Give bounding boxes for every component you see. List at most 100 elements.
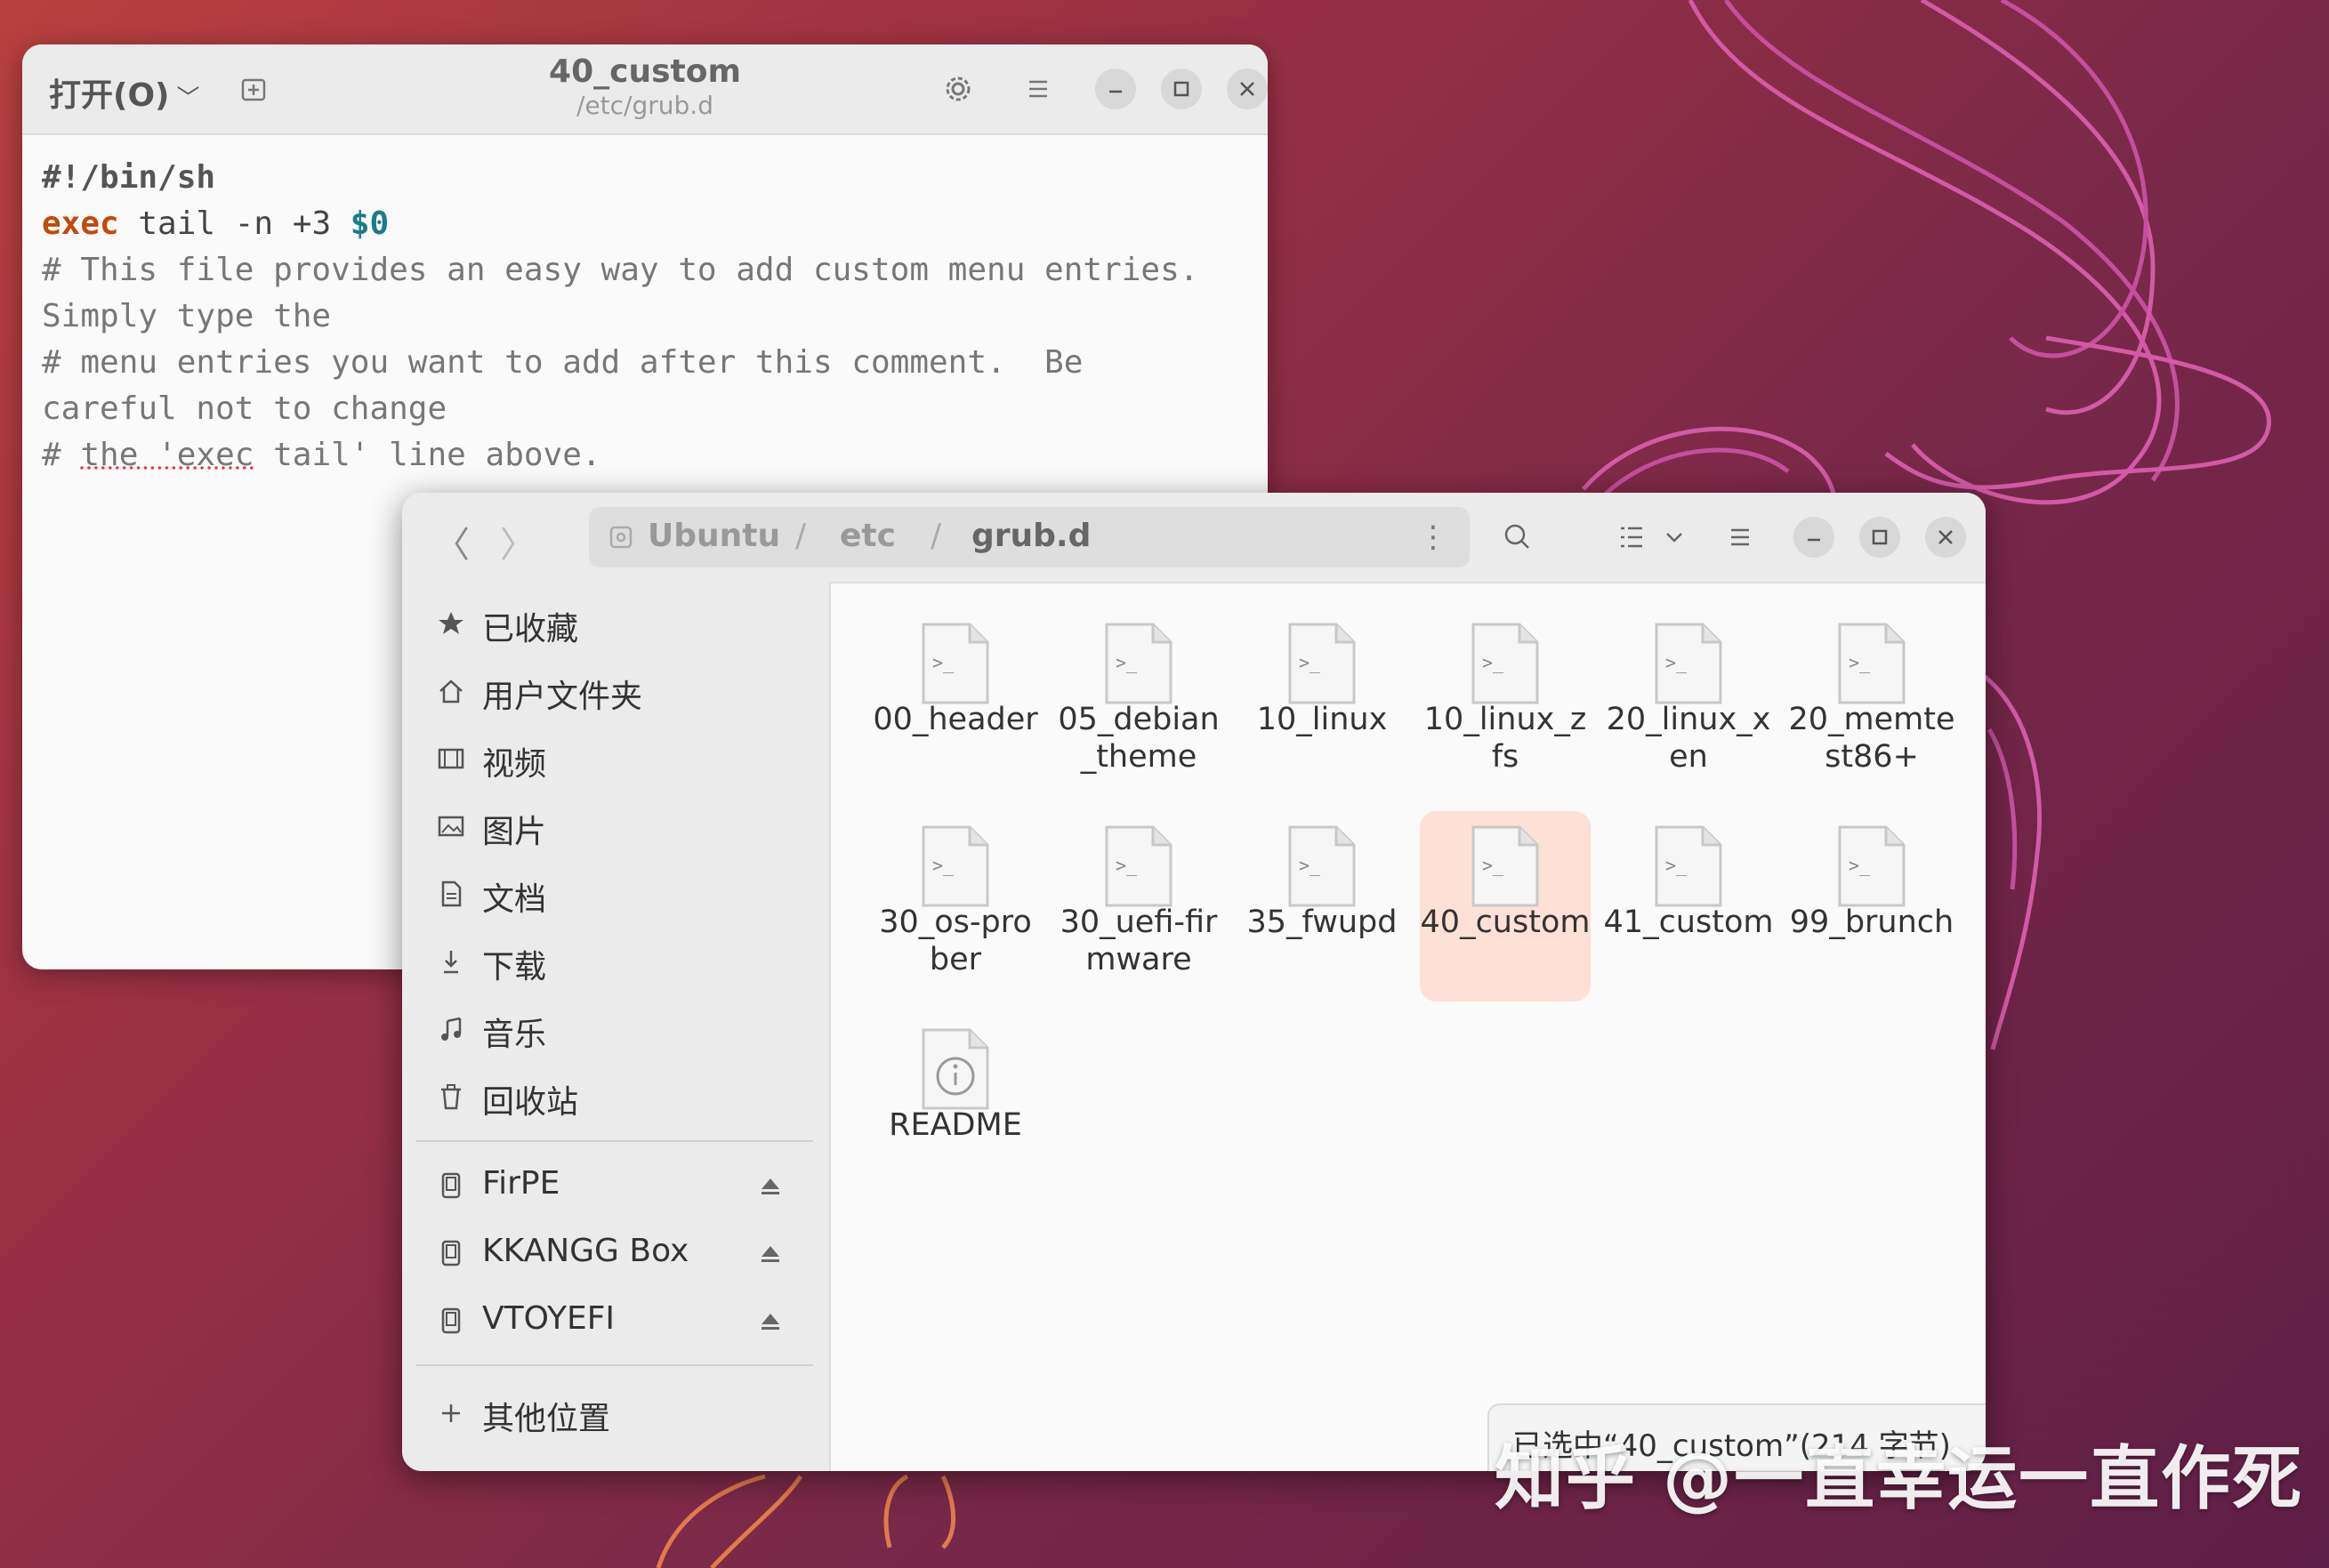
code-text: tail -n +3: [118, 205, 351, 242]
sidebar-item-trash[interactable]: 回收站: [402, 1065, 829, 1128]
file-name: 30_os-prober: [879, 905, 1032, 977]
sidebar-item-label: 视频: [482, 746, 547, 783]
svg-text:>_: >_: [932, 652, 955, 673]
close-button[interactable]: [1227, 68, 1268, 109]
star-icon: [439, 612, 463, 634]
settings-gear-icon[interactable]: [939, 69, 978, 109]
eject-icon[interactable]: [758, 1242, 783, 1266]
file-item[interactable]: >_ 30_uefi-firmware: [1053, 811, 1224, 1001]
file-name: 20_linux_xen: [1606, 702, 1771, 775]
hamburger-menu-icon[interactable]: [1721, 518, 1760, 557]
path-segment-root[interactable]: Ubuntu: [648, 518, 780, 554]
sidebar-item-label: 已收藏: [482, 611, 579, 647]
file-name: 05_debian_theme: [1058, 702, 1220, 775]
svg-text:>_: >_: [1665, 855, 1688, 876]
path-segment-etc[interactable]: etc: [840, 518, 896, 554]
file-item[interactable]: >_ 10_linux_zfs: [1420, 608, 1591, 799]
forward-button[interactable]: 〉: [500, 516, 536, 567]
file-manager-window: 〈 〉 Ubuntu / etc / grub.d ⋮ 已收藏 用户文件夹 视频…: [402, 493, 1986, 1471]
path-bar[interactable]: Ubuntu / etc / grub.d ⋮: [589, 507, 1470, 567]
file-name: 41_custom: [1603, 905, 1774, 940]
script-file-icon: >_: [1471, 623, 1539, 704]
spellcheck-underlined-text: the 'exec: [80, 437, 254, 473]
code-line-6: careful not to change: [42, 390, 447, 427]
script-file-icon: >_: [1655, 623, 1722, 704]
sidebar-item-drive-kkangg[interactable]: KKANGG Box: [402, 1222, 829, 1284]
sidebar-item-other-locations[interactable]: 其他位置: [402, 1382, 829, 1444]
file-item[interactable]: >_ 00_header: [870, 608, 1041, 799]
close-button[interactable]: [1925, 517, 1966, 558]
hamburger-menu-icon[interactable]: [1019, 69, 1058, 109]
download-icon: [444, 951, 458, 974]
script-file-icon: >_: [1288, 825, 1356, 907]
sidebar-item-pictures[interactable]: 图片: [402, 795, 829, 857]
file-name: 10_linux_zfs: [1423, 702, 1587, 775]
chevron-down-icon[interactable]: [1656, 519, 1692, 555]
minimize-button[interactable]: [1793, 517, 1834, 558]
path-segment-current[interactable]: grub.d: [971, 518, 1091, 554]
places-sidebar: 已收藏 用户文件夹 视频 图片 文档 下载 音乐 回收站 FirPE KKANG…: [402, 582, 831, 1471]
code-line-1: #!/bin/sh: [42, 155, 1252, 201]
minimize-button[interactable]: [1095, 68, 1136, 109]
sidebar-item-label: 音乐: [482, 1017, 547, 1053]
svg-text:>_: >_: [1482, 652, 1504, 673]
file-name: 20_memtest86+: [1788, 702, 1955, 775]
sidebar-item-label: 回收站: [482, 1084, 579, 1121]
sidebar-item-label: VTOYEFI: [482, 1300, 616, 1337]
drive-icon: [441, 1172, 461, 1199]
sidebar-item-label: 其他位置: [482, 1401, 611, 1437]
maximize-button[interactable]: [1161, 68, 1202, 109]
home-icon: [439, 679, 463, 704]
maximize-button[interactable]: [1859, 517, 1900, 558]
file-item[interactable]: >_ 20_memtest86+: [1786, 608, 1957, 799]
file-item[interactable]: >_ 99_brunch: [1786, 811, 1957, 1001]
path-menu-icon[interactable]: ⋮: [1418, 519, 1448, 555]
file-item[interactable]: >_ 41_custom: [1603, 811, 1774, 1001]
code-line-2: exec tail -n +3 $0: [42, 201, 1252, 247]
search-icon[interactable]: [1498, 518, 1537, 557]
sidebar-item-music[interactable]: 音乐: [402, 998, 829, 1060]
trash-icon: [441, 1084, 461, 1110]
music-note-icon: [441, 1017, 462, 1041]
svg-text:>_: >_: [1482, 855, 1504, 876]
document-path: /etc/grub.d: [576, 91, 713, 120]
file-item[interactable]: >_ 10_linux: [1237, 608, 1407, 799]
code-editor-area[interactable]: #!/bin/sh exec tail -n +3 $0 # This file…: [42, 155, 1252, 478]
close-icon: [1240, 82, 1254, 96]
code-line-5: # menu entries you want to add after thi…: [42, 344, 1084, 381]
sidebar-item-videos[interactable]: 视频: [402, 728, 829, 790]
file-item[interactable]: >_ 35_fwupd: [1237, 811, 1407, 1001]
comment-hash: #: [42, 437, 81, 473]
sidebar-item-starred[interactable]: 已收藏: [402, 592, 829, 655]
sidebar-divider: [416, 1364, 813, 1366]
maximize-icon: [1872, 529, 1888, 545]
eject-icon[interactable]: [758, 1309, 783, 1334]
file-name: 10_linux: [1256, 702, 1388, 737]
back-button[interactable]: 〈: [434, 516, 470, 567]
file-item-selected[interactable]: >_ 40_custom: [1420, 811, 1591, 1001]
script-file-icon: >_: [1105, 623, 1173, 704]
code-line-3: # This file provides an easy way to add …: [42, 252, 1199, 288]
script-file-icon: >_: [1838, 825, 1906, 907]
eject-icon[interactable]: [758, 1174, 783, 1199]
maximize-icon: [1173, 81, 1189, 97]
sidebar-item-home[interactable]: 用户文件夹: [402, 660, 829, 722]
script-file-icon: >_: [1105, 825, 1173, 907]
sidebar-item-documents[interactable]: 文档: [402, 863, 829, 925]
sidebar-item-drive-firpe[interactable]: FirPE: [402, 1154, 829, 1217]
file-item[interactable]: >_ 20_linux_xen: [1603, 608, 1774, 799]
file-name: 30_uefi-firmware: [1060, 905, 1218, 977]
file-item[interactable]: >_ 30_os-prober: [870, 811, 1041, 1001]
sidebar-item-drive-vtoyefi[interactable]: VTOYEFI: [402, 1290, 829, 1352]
file-item[interactable]: README: [870, 1014, 1041, 1204]
svg-text:>_: >_: [1665, 652, 1688, 673]
list-view-icon[interactable]: [1612, 518, 1651, 557]
shebang: #!/bin/sh: [42, 159, 216, 196]
file-item[interactable]: >_ 05_debian_theme: [1053, 608, 1224, 799]
sidebar-item-downloads[interactable]: 下载: [402, 930, 829, 993]
file-name: 99_brunch: [1789, 905, 1954, 940]
path-separator: /: [795, 518, 807, 554]
variable: $0: [350, 205, 390, 242]
document-title: 40_custom: [549, 53, 741, 90]
keyword-exec: exec: [42, 205, 119, 242]
